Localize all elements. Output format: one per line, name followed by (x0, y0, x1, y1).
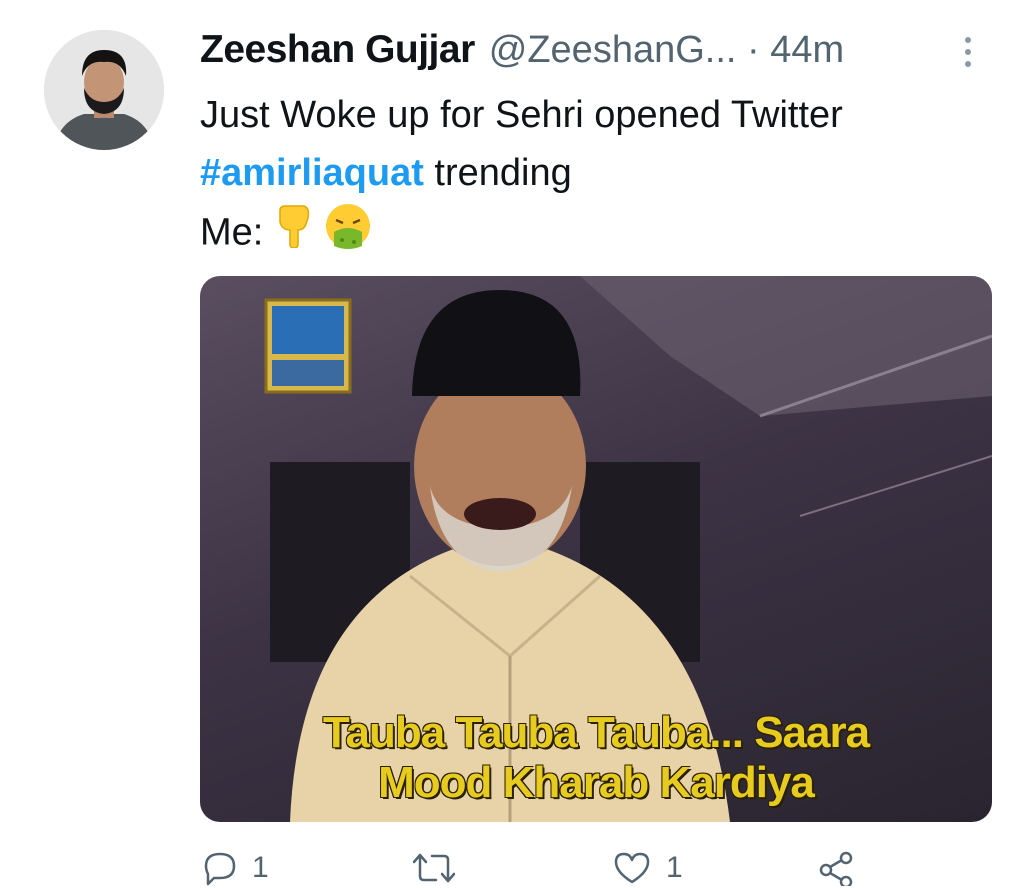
tweet-text: Just Woke up for Sehri opened Twitter #a… (200, 86, 990, 267)
reply-count: 1 (252, 851, 269, 884)
tweet-actions: 1 1 (200, 850, 900, 888)
hashtag-link[interactable]: #amirliaquat (200, 152, 424, 194)
handle-and-timestamp[interactable]: @ZeeshanG... · 44m (489, 29, 844, 72)
like-button[interactable]: 1 (612, 850, 683, 886)
media-caption-line-2: Mood Kharab Kardiya (378, 758, 815, 807)
share-button[interactable] (816, 850, 856, 886)
avatar-image (44, 30, 164, 150)
tweet-line-2: #amirliaquat trending (200, 144, 990, 202)
tweet-media-image[interactable]: Tauba Tauba Tauba... Saara Mood Kharab K… (200, 276, 992, 822)
vomiting-face-emoji-icon (324, 202, 372, 267)
retweet-button[interactable] (410, 850, 472, 886)
like-count: 1 (666, 851, 683, 884)
heart-icon (614, 852, 650, 884)
tweet-header: Zeeshan Gujjar @ZeeshanG... · 44m (200, 24, 990, 76)
reply-button[interactable]: 1 (202, 850, 269, 886)
retweet-icon (412, 853, 456, 883)
tweet-line-1: Just Woke up for Sehri opened Twitter (200, 94, 843, 136)
share-icon (819, 851, 853, 886)
display-name[interactable]: Zeeshan Gujjar (200, 28, 475, 72)
media-caption: Tauba Tauba Tauba... Saara Mood Kharab K… (200, 708, 992, 808)
tweet-line-2-text: trending (423, 152, 572, 194)
reply-icon (204, 852, 236, 886)
more-options-icon[interactable] (958, 34, 978, 70)
media-caption-line-1: Tauba Tauba Tauba... Saara (322, 708, 870, 757)
tweet-line-3-label: Me: (200, 211, 274, 254)
tweet-line-3: Me: (200, 202, 990, 267)
avatar[interactable] (44, 30, 164, 150)
pointing-down-emoji-icon (274, 204, 314, 265)
